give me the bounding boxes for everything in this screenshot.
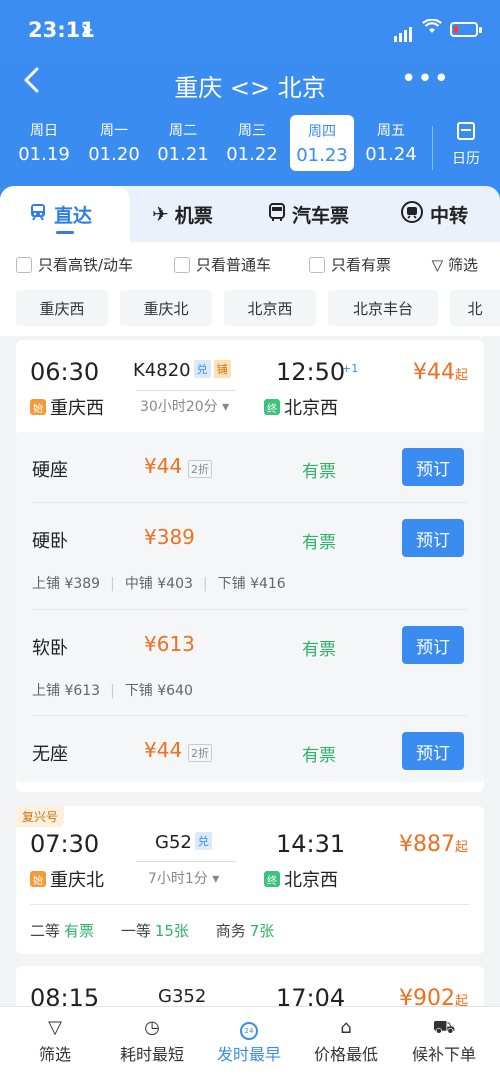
wifi-icon	[422, 18, 442, 40]
date-item-selected[interactable]: 周四 01.23	[290, 115, 354, 171]
seat-row: 软卧 ¥613 有票 预订 上铺 ¥613 | 下铺 ¥640	[16, 610, 484, 716]
start-tag: 始	[30, 871, 46, 887]
departure-time: 07:30	[30, 830, 100, 858]
departure-station: 始重庆北	[30, 866, 104, 892]
divider	[432, 126, 433, 170]
train-number: K4820 兑铺	[133, 360, 231, 381]
filter-bar: 只看高铁/动车 只看普通车 只看有票 ▽ 筛选	[0, 242, 500, 284]
train-card[interactable]: 复兴号 07:30 G52 兑 14:31 ¥887起 始重庆北 7小时1分 ▾ …	[16, 806, 484, 954]
discount-badge: 2折	[188, 744, 212, 762]
book-button[interactable]: 预订	[402, 732, 464, 770]
next-day-marker: +1	[342, 362, 359, 375]
tab-bus[interactable]: 汽车票	[268, 186, 349, 242]
signal-icon	[394, 23, 414, 42]
checkbox[interactable]	[309, 256, 325, 273]
cart-icon: ⛟	[432, 1017, 456, 1038]
calendar-icon	[457, 122, 475, 140]
seat-row: 无座 ¥44 2折 有票 预订	[16, 716, 484, 782]
seat-row: 硬座 ¥44 2折 有票 预订	[16, 432, 484, 502]
sort-lowest-price[interactable]: ⌂ 价格最低	[296, 1007, 396, 1067]
date-item[interactable]: 周日 01.19	[12, 114, 76, 170]
end-tag: 终	[264, 871, 280, 887]
berth-badge: 铺	[213, 360, 231, 378]
checkbox[interactable]	[16, 256, 32, 273]
filter-icon: ▽	[48, 1017, 62, 1038]
date-item[interactable]: 周五 01.24	[359, 114, 423, 170]
arrival-time: 14:31	[276, 830, 346, 858]
book-button[interactable]: 预订	[402, 448, 464, 486]
train-number: G352	[158, 986, 207, 1007]
book-button[interactable]: 预订	[402, 519, 464, 557]
station-chips: 重庆西 重庆北 北京西 北京丰台 北	[0, 284, 500, 336]
checkbox[interactable]	[174, 256, 190, 273]
berth-prices: 上铺 ¥389 | 中铺 ¥403 | 下铺 ¥416	[32, 576, 286, 592]
station-chip[interactable]: 北京丰台	[328, 290, 438, 326]
class-availability: 二等 有票 一等 15张 商务 7张	[30, 922, 275, 940]
departure-station: 始重庆西	[30, 394, 104, 420]
date-item[interactable]: 周一 01.20	[82, 114, 146, 170]
bus-icon	[268, 202, 286, 227]
seat-row: 硬卧 ¥389 有票 预订 上铺 ¥389 | 中铺 ¥403 | 下铺 ¥416	[16, 503, 484, 609]
calendar-button[interactable]: 日历	[442, 122, 490, 168]
station-chip[interactable]: 重庆北	[120, 290, 212, 326]
nav-bar: 重庆 <> 北京 •••	[0, 62, 500, 106]
sort-earliest-departure[interactable]: 24 发时最早	[199, 1007, 299, 1067]
plane-icon: ✈	[152, 202, 169, 226]
filter-normal-train[interactable]: 只看普通车	[174, 254, 271, 275]
more-icon[interactable]: •••	[401, 64, 450, 94]
transfer-icon	[400, 200, 424, 229]
date-item[interactable]: 周二 01.21	[151, 114, 215, 170]
fuxing-label: 复兴号	[16, 806, 65, 827]
date-item[interactable]: 周三 01.22	[220, 114, 284, 170]
filter-available-only[interactable]: 只看有票	[309, 254, 391, 275]
arrival-station: 终北京西	[264, 866, 338, 892]
station-chip[interactable]: 北	[450, 290, 500, 326]
timer-icon: ◷	[144, 1017, 160, 1038]
location-arrow-icon: ➤	[80, 20, 94, 39]
date-selector: 周日 01.19 周一 01.20 周二 01.21 周三 01.22 周四 01.23 …	[0, 114, 500, 174]
seat-list: 硬座 ¥44 2折 有票 预订 硬卧 ¥389 有票 预订 上铺 ¥389 | 中铺…	[16, 432, 484, 782]
clock-24-icon: 24	[199, 1017, 299, 1040]
train-icon	[28, 202, 48, 227]
tab-direct[interactable]: 直达	[0, 186, 130, 242]
discount-badge: 2折	[188, 460, 212, 478]
header: 23:11 ➤ 重庆 <> 北京 ••• 周日 01.19 周一 01.20 周二 0…	[0, 0, 500, 200]
book-button[interactable]: 预订	[402, 626, 464, 664]
tab-transfer[interactable]: 中转	[400, 186, 468, 242]
chevron-down-icon: ▾	[212, 871, 220, 887]
train-price: ¥44起	[412, 360, 468, 385]
departure-time: 06:30	[30, 358, 100, 386]
start-tag: 始	[30, 399, 46, 415]
arrival-station: 终北京西	[264, 394, 338, 420]
sort-filter[interactable]: ▽ 筛选	[5, 1007, 105, 1067]
berth-prices: 上铺 ¥613 | 下铺 ¥640	[32, 683, 193, 699]
sort-shortest-duration[interactable]: ◷ 耗时最短	[102, 1007, 202, 1067]
tab-flights[interactable]: ✈ 机票	[152, 186, 213, 242]
exchange-badge: 兑	[194, 832, 212, 850]
chevron-down-icon: ▾	[222, 399, 230, 415]
mode-tabs: 直达 ✈ 机票 汽车票 中转	[0, 186, 500, 242]
exchange-badge: 兑	[193, 360, 211, 378]
train-card[interactable]: 06:30 K4820 兑铺 12:50 +1 ¥44起 始重庆西 30小时20分…	[16, 340, 484, 792]
bottom-sort-bar: ▽ 筛选 ◷ 耗时最短 24 发时最早 ⌂ 价格最低 ⛟ 候补下单	[0, 1006, 500, 1082]
end-tag: 终	[264, 399, 280, 415]
train-number: G52 兑	[155, 832, 212, 853]
status-bar: 23:11 ➤	[0, 0, 500, 60]
filter-button[interactable]: ▽ 筛选	[432, 254, 478, 275]
price-tag-icon: ⌂	[340, 1017, 352, 1038]
duration[interactable]: 30小时20分 ▾	[140, 396, 229, 416]
station-chip[interactable]: 北京西	[224, 290, 316, 326]
filter-high-speed[interactable]: 只看高铁/动车	[16, 254, 133, 275]
funnel-icon: ▽	[431, 256, 444, 274]
waitlist-order[interactable]: ⛟ 候补下单	[394, 1007, 494, 1067]
train-price: ¥887起	[398, 832, 468, 857]
station-chip[interactable]: 重庆西	[16, 290, 108, 326]
duration[interactable]: 7小时1分 ▾	[148, 868, 219, 888]
battery-icon	[450, 22, 478, 37]
arrival-time: 12:50	[276, 358, 346, 386]
